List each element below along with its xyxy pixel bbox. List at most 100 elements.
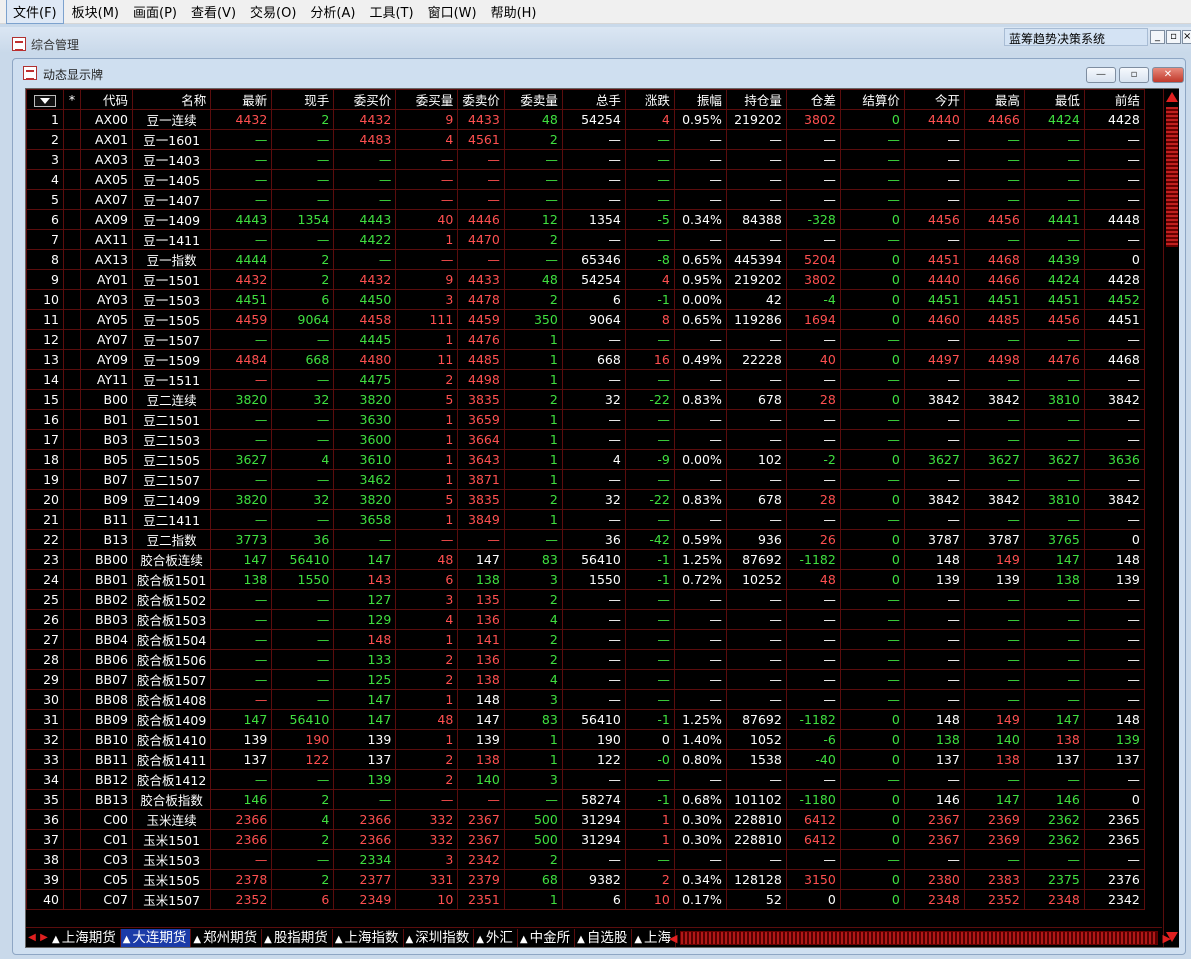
table-row[interactable]: 31 BB09 胶合板1409 147 56410 147 48 147 83 56410 -1 1.… (26, 709, 1145, 730)
favorite-marker[interactable] (63, 249, 81, 270)
favorite-marker[interactable] (63, 609, 81, 630)
favorite-marker[interactable] (63, 889, 81, 910)
table-row[interactable]: 24 BB01 胶合板1501 138 1550 143 6 138 3 1550 -1 0.72% 1… (26, 569, 1145, 590)
table-row[interactable]: 19 B07 豆二1507— —3462 1 3871 1— — — — — — — — — — (26, 469, 1145, 490)
column-header[interactable]: 今开 (903, 89, 965, 110)
favorite-marker[interactable] (63, 509, 81, 530)
table-row[interactable]: 27 BB04 胶合板1504— —148 1 141 2— — — — — — — — — — (26, 629, 1145, 650)
tab-scroll-left-icon[interactable]: ◀ (669, 932, 677, 945)
column-header[interactable]: 结算价 (839, 89, 905, 110)
column-header[interactable]: 现手 (271, 89, 335, 110)
tab-scroll-right-icon[interactable]: ▶ (1163, 932, 1171, 945)
favorite-marker[interactable] (63, 849, 81, 870)
table-row[interactable]: 8 AX13 豆一指数 4444 2— — — —65346 -8 0.65% 445394 5204… (26, 249, 1145, 270)
table-row[interactable]: 12 AY07 豆一1507— —4445 1 4476 1— — — — — — — — — — (26, 329, 1145, 350)
favorite-marker[interactable] (63, 789, 81, 810)
column-header[interactable]: * (63, 89, 81, 110)
table-row[interactable]: 37 C01 玉米1501 2366 2 2366 332 2367 500 31294 1 0.30… (26, 829, 1145, 850)
chevron-down-icon[interactable] (34, 94, 56, 107)
table-row[interactable]: 18 B05 豆二1505 3627 4 3610 1 3643 1 4 -9 0.00% 102 -2 0… (26, 449, 1145, 470)
column-header[interactable]: 最高 (963, 89, 1025, 110)
favorite-marker[interactable] (63, 669, 81, 690)
favorite-marker[interactable] (63, 189, 81, 210)
market-tab[interactable]: ▲ 外汇 (474, 928, 518, 947)
table-row[interactable]: 17 B03 豆二1503— —3600 1 3664 1— — — — — — — — — — (26, 429, 1145, 450)
table-row[interactable]: 15 B00 豆二连续 3820 32 3820 5 3835 2 32 -22 0.83% 678 28… (26, 389, 1145, 410)
window-close-button[interactable]: ✕ (1152, 67, 1184, 83)
column-header[interactable]: 前结 (1083, 89, 1145, 110)
market-tab[interactable]: ▲ 中金所 (518, 928, 576, 947)
table-row[interactable]: 2 AX01 豆一1601— —4483 4 4561 2— — — — — — — — — — (26, 129, 1145, 150)
favorite-marker[interactable] (63, 549, 81, 570)
column-header[interactable]: 委卖价 (457, 89, 505, 110)
table-row[interactable]: 16 B01 豆二1501— —3630 1 3659 1— — — — — — — — — — (26, 409, 1145, 430)
table-row[interactable]: 29 BB07 胶合板1507— —125 2 138 4— — — — — — — — — — (26, 669, 1145, 690)
market-tab[interactable]: ▲ 股指期货 (262, 928, 333, 947)
favorite-marker[interactable] (63, 129, 81, 150)
favorite-marker[interactable] (63, 749, 81, 770)
menu-tools[interactable]: 工具(T) (363, 0, 419, 23)
table-row[interactable]: 32 BB10 胶合板1410 139 190 139 1 139 1 190 0 1.40% 1052… (26, 729, 1145, 750)
tab-next-icon[interactable]: ▶ (38, 930, 50, 946)
market-tab[interactable]: ▲ 大连期货 (120, 928, 192, 947)
column-selector-dropdown[interactable] (26, 89, 64, 110)
favorite-marker[interactable] (63, 449, 81, 470)
column-header[interactable]: 总手 (561, 89, 626, 110)
table-row[interactable]: 10 AY03 豆一1503 4451 6 4450 3 4478 2 6 -1 0.00% 42 -4 0… (26, 289, 1145, 310)
table-row[interactable]: 1 AX00 豆一连续 4432 2 4432 9 4433 48 54254 4 0.95% 2192… (26, 109, 1145, 130)
favorite-marker[interactable] (63, 369, 81, 390)
mdi-close-button[interactable]: × (1182, 30, 1191, 44)
favorite-marker[interactable] (63, 869, 81, 890)
favorite-marker[interactable] (63, 309, 81, 330)
table-row[interactable]: 28 BB06 胶合板1506— —133 2 136 2— — — — — — — — — — (26, 649, 1145, 670)
favorite-marker[interactable] (63, 829, 81, 850)
table-row[interactable]: 11 AY05 豆一1505 4459 9064 4458 111 4459 350 9064 8 0… (26, 309, 1145, 330)
menu-sector[interactable]: 板块(M) (66, 0, 125, 23)
favorite-marker[interactable] (63, 109, 81, 130)
table-row[interactable]: 40 C07 玉米1507 2352 6 2349 10 2351 1 6 10 0.17% 52 0 0 2… (26, 889, 1145, 910)
window-restore-button[interactable]: ▫ (1119, 67, 1149, 83)
table-row[interactable]: 25 BB02 胶合板1502— —127 3 135 2— — — — — — — — — — (26, 589, 1145, 610)
favorite-marker[interactable] (63, 209, 81, 230)
table-row[interactable]: 14 AY11 豆一1511— —4475 2 4498 1— — — — — — — — — — (26, 369, 1145, 390)
favorite-marker[interactable] (63, 769, 81, 790)
table-row[interactable]: 23 BB00 胶合板连续 147 56410 147 48 147 83 56410 -1 1.25… (26, 549, 1145, 570)
menu-view[interactable]: 画面(P) (127, 0, 183, 23)
favorite-marker[interactable] (63, 689, 81, 710)
tab-prev-icon[interactable]: ◀ (26, 930, 38, 946)
table-row[interactable]: 22 B13 豆二指数 3773 36— — — —36 -42 0.59% 936 26 0 3787 3… (26, 529, 1145, 550)
column-header[interactable]: 代码 (80, 89, 133, 110)
favorite-marker[interactable] (63, 329, 81, 350)
table-row[interactable]: 30 BB08 胶合板1408— —147 1 148 3— — — — — — — — — — (26, 689, 1145, 710)
column-header[interactable]: 振幅 (673, 89, 727, 110)
table-row[interactable]: 9 AY01 豆一1501 4432 2 4432 9 4433 48 54254 4 0.95% 21… (26, 269, 1145, 290)
mdi-minimize-button[interactable]: _ (1150, 30, 1165, 44)
tab-scrollbar[interactable]: ◀ ▶ (669, 930, 1171, 945)
table-row[interactable]: 13 AY09 豆一1509 4484 668 4480 11 4485 1 668 16 0.49%… (26, 349, 1145, 370)
mdi-restore-button[interactable]: ▫ (1166, 30, 1181, 44)
table-row[interactable]: 39 C05 玉米1505 2378 2 2377 331 2379 68 9382 2 0.34% 1… (26, 869, 1145, 890)
favorite-marker[interactable] (63, 149, 81, 170)
market-tab[interactable]: ▲ 上海指数 (333, 928, 404, 947)
favorite-marker[interactable] (63, 349, 81, 370)
favorite-marker[interactable] (63, 629, 81, 650)
favorite-marker[interactable] (63, 529, 81, 550)
column-header[interactable]: 最低 (1023, 89, 1085, 110)
market-tab[interactable]: ▲ 自选股 (575, 928, 633, 947)
menu-window[interactable]: 窗口(W) (422, 0, 483, 23)
table-row[interactable]: 26 BB03 胶合板1503— —129 4 136 4— — — — — — — — — — (26, 609, 1145, 630)
menu-lookup[interactable]: 查看(V) (185, 0, 242, 23)
table-row[interactable]: 20 B09 豆二1409 3820 32 3820 5 3835 2 32 -22 0.83% 678… (26, 489, 1145, 510)
table-row[interactable]: 21 B11 豆二1411— —3658 1 3849 1— — — — — — — — — — (26, 509, 1145, 530)
table-row[interactable]: 34 BB12 胶合板1412— —139 2 140 3— — — — — — — — — — (26, 769, 1145, 790)
favorite-marker[interactable] (63, 709, 81, 730)
scroll-thumb[interactable] (1166, 107, 1178, 247)
column-header[interactable]: 涨跌 (624, 89, 675, 110)
favorite-marker[interactable] (63, 649, 81, 670)
favorite-marker[interactable] (63, 489, 81, 510)
market-tab[interactable]: ▲ 上海期货 (50, 928, 121, 947)
favorite-marker[interactable] (63, 169, 81, 190)
favorite-marker[interactable] (63, 409, 81, 430)
menu-trade[interactable]: 交易(O) (244, 0, 302, 23)
table-row[interactable]: 38 C03 玉米1503— —2334 3 2342 2— — — — — — — — — — (26, 849, 1145, 870)
